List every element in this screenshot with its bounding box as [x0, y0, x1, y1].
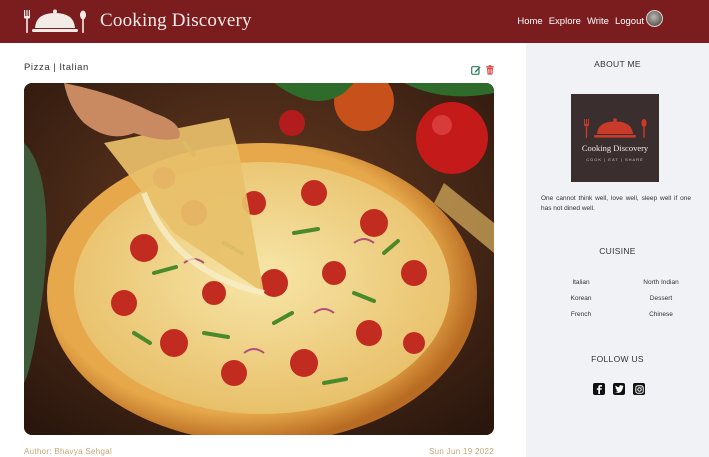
sidebar-logo-title: Cooking Discovery	[581, 142, 649, 153]
about-text: One cannot think well, love well, sleep …	[541, 195, 691, 213]
brand-logo-icon	[24, 9, 86, 33]
cuisine-link-korean[interactable]: Korean	[541, 295, 621, 302]
cuisine-title: CUISINE	[599, 246, 636, 256]
cuisine-link-north-indian[interactable]: North Indian	[621, 279, 701, 286]
facebook-icon[interactable]	[593, 383, 605, 395]
sidebar: ABOUT ME Cooking Discovery COOK | EAT | …	[526, 43, 709, 457]
post-cuisine[interactable]: Italian	[59, 62, 89, 73]
cuisine-link-chinese[interactable]: Chinese	[621, 311, 701, 318]
main-nav: Home Explore Write Logout	[517, 0, 644, 43]
brand[interactable]: Cooking Discovery	[22, 4, 252, 38]
post-content: Pizza | Italian Author: Bhavya Sehgal Su…	[0, 43, 526, 457]
post-actions	[471, 62, 495, 80]
post-author: Author: Bhavya Sehgal	[24, 447, 113, 456]
cloche-icon	[584, 117, 647, 138]
post-footer: Author: Bhavya Sehgal Sun Jun 19 2022	[24, 447, 494, 456]
social-links	[593, 383, 645, 395]
sidebar-logo: Cooking Discovery COOK | EAT | SHARE	[571, 94, 659, 182]
sidebar-logo-subtitle: COOK | EAT | SHARE	[586, 156, 644, 162]
nav-write-link[interactable]: Write	[587, 16, 609, 27]
post-categories: Pizza | Italian	[24, 62, 89, 73]
delete-icon[interactable]	[485, 62, 495, 80]
post-image-pizza	[24, 83, 494, 435]
cuisine-link-french[interactable]: French	[541, 311, 621, 318]
about-title: ABOUT ME	[594, 59, 641, 69]
instagram-icon[interactable]	[633, 383, 645, 395]
post-category[interactable]: Pizza	[24, 62, 50, 73]
post-date: Sun Jun 19 2022	[429, 447, 494, 456]
cuisine-link-dessert[interactable]: Dessert	[621, 295, 701, 302]
nav-logout-link[interactable]: Logout	[615, 16, 644, 27]
follow-title: FOLLOW US	[591, 354, 644, 364]
nav-explore-link[interactable]: Explore	[549, 16, 581, 27]
edit-icon[interactable]	[471, 62, 481, 80]
top-navbar: Cooking Discovery Home Explore Write Log…	[0, 0, 709, 43]
category-separator: |	[53, 62, 57, 73]
user-avatar[interactable]	[646, 10, 663, 27]
twitter-icon[interactable]	[613, 383, 625, 395]
cuisine-list: Italian North Indian Korean Dessert Fren…	[541, 279, 701, 318]
nav-home-link[interactable]: Home	[517, 16, 542, 27]
cuisine-link-italian[interactable]: Italian	[541, 279, 621, 286]
brand-title: Cooking Discovery	[100, 10, 252, 31]
